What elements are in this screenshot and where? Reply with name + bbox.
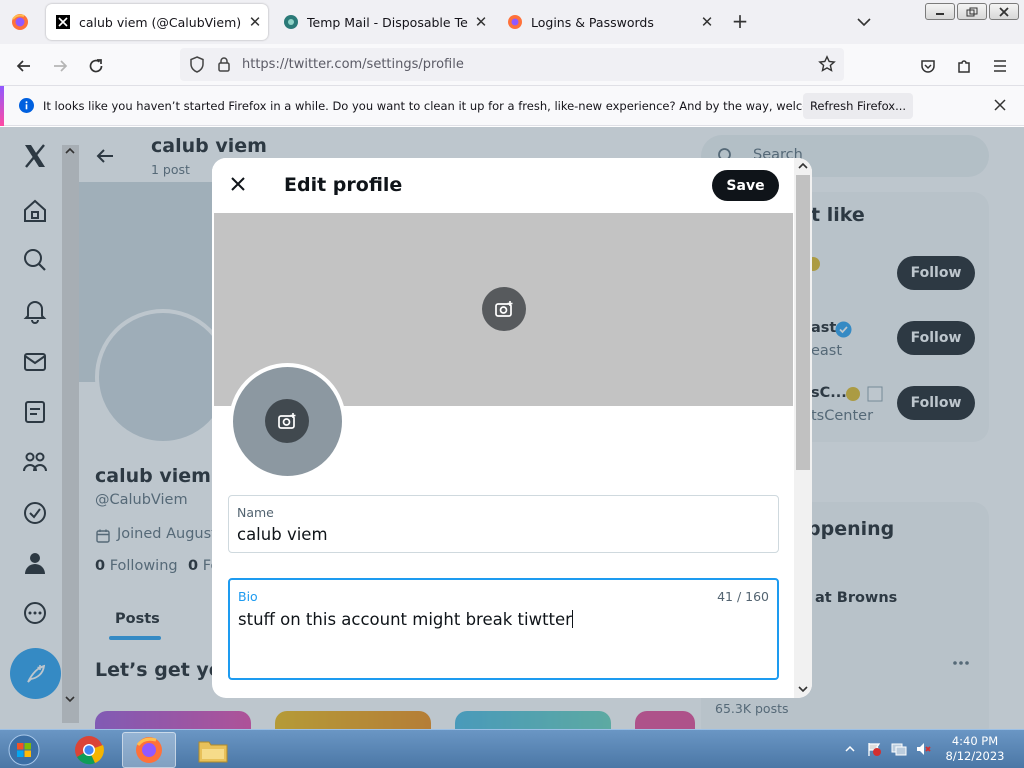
arrow-left-icon [15,57,33,75]
chevron-down-icon [852,12,876,32]
close-modal-icon[interactable] [229,175,247,193]
taskbar-chrome[interactable] [62,732,116,768]
tab-bar: calub viem (@CalubViem) / X ✕ Temp Mail … [0,0,1024,44]
avatar-image-area[interactable] [229,363,346,480]
notification-text: It looks like you haven’t started Firefo… [43,99,864,113]
tab-label: Logins & Passwords [531,14,654,30]
bio-text: stuff on this account might break tiwtte… [238,610,572,629]
new-tab-button[interactable]: + [728,10,752,34]
restore-icon [966,7,978,17]
save-button[interactable]: Save [712,170,779,201]
url-bar[interactable]: https://twitter.com/settings/profile [180,48,844,81]
add-photo-camera-icon [277,412,297,430]
add-avatar-photo-button[interactable] [265,399,309,443]
minimize-button[interactable] [925,3,955,20]
info-icon [19,98,34,113]
taskbar-firefox[interactable] [122,732,176,768]
bio-field-label: Bio [238,589,258,604]
arrow-right-icon [51,57,69,75]
name-field[interactable]: Name calub viem [228,495,779,553]
page-scrollbar[interactable] [62,145,79,723]
reload-button[interactable] [83,53,109,79]
app-menu-button[interactable] [987,53,1013,79]
add-photo-camera-icon [494,300,514,318]
tab-twitter[interactable]: calub viem (@CalubViem) / X ✕ [46,4,268,40]
taskbar-file-explorer[interactable] [186,732,240,768]
action-center-flag-icon[interactable] [866,741,882,757]
url-text[interactable]: https://twitter.com/settings/profile [242,57,464,72]
refresh-firefox-button[interactable]: Refresh Firefox... [803,93,913,119]
bio-field[interactable]: Bio 41 / 160 stuff on this account might… [228,578,779,680]
edit-profile-modal: Edit profile Save Name calub viem Bio 41… [212,158,812,698]
clock-time: 4:40 PM [951,734,999,748]
modal-scroll-thumb[interactable] [796,175,810,470]
firefox-icon [134,735,164,765]
tab-list-button[interactable] [852,12,876,32]
firefox-icon [10,12,30,32]
close-tab-icon[interactable]: ✕ [694,13,720,31]
close-icon [998,6,1010,17]
name-field-label: Name [237,505,274,520]
folder-icon [197,736,229,764]
scroll-up-icon[interactable] [65,147,75,155]
scroll-down-icon[interactable] [65,695,75,703]
scroll-up-icon[interactable] [798,162,808,170]
firefox-icon [507,14,523,30]
modal-title: Edit profile [284,174,403,196]
extensions-button[interactable] [951,53,977,79]
forward-button[interactable] [47,53,73,79]
modal-header: Edit profile Save [212,158,794,212]
notification-bar: It looks like you haven’t started Firefo… [0,86,1024,126]
pocket-button[interactable] [915,53,941,79]
restore-button[interactable] [957,3,987,20]
windows-logo-icon [8,734,40,766]
bookmark-star-icon[interactable] [818,55,836,73]
chrome-icon [74,735,104,765]
close-tab-icon[interactable]: ✕ [468,13,494,31]
puzzle-icon [955,57,973,75]
tempmail-icon [283,14,299,30]
bio-field-value[interactable]: stuff on this account might break tiwtte… [238,610,573,629]
x-logo-icon [55,14,71,30]
add-banner-photo-button[interactable] [482,287,526,331]
volume-muted-icon[interactable] [915,741,931,757]
text-cursor [571,610,573,628]
window-close-button[interactable] [989,3,1019,20]
back-button[interactable] [11,53,37,79]
name-field-value[interactable]: calub viem [237,525,328,544]
tracking-protection-icon[interactable] [189,56,205,73]
network-icon[interactable] [891,741,907,757]
tab-label: calub viem (@CalubViem) / X [79,14,242,30]
bio-character-counter: 41 / 160 [717,589,769,604]
show-hidden-icons-icon[interactable] [845,745,855,753]
clock-date: 8/12/2023 [945,749,1005,763]
hamburger-menu-icon [991,57,1009,75]
close-tab-icon[interactable]: ✕ [242,13,268,31]
modal-scrollbar[interactable] [794,158,812,698]
tab-label: Temp Mail - Disposable Tempor [307,14,468,30]
windows-taskbar: 4:40 PM 8/12/2023 [0,729,1024,768]
tab-logins[interactable]: Logins & Passwords ✕ [498,4,720,40]
notification-accent [0,86,4,126]
lock-icon[interactable] [217,56,231,73]
pocket-icon [919,57,937,75]
reload-icon [87,57,105,75]
minimize-icon [934,8,946,16]
scroll-down-icon[interactable] [798,685,808,693]
firefox-view-button[interactable] [10,12,30,32]
close-notification-icon[interactable] [993,98,1007,112]
tab-temp-mail[interactable]: Temp Mail - Disposable Tempor ✕ [274,4,494,40]
system-clock[interactable]: 4:40 PM 8/12/2023 [940,734,1010,764]
start-button[interactable] [4,731,44,768]
